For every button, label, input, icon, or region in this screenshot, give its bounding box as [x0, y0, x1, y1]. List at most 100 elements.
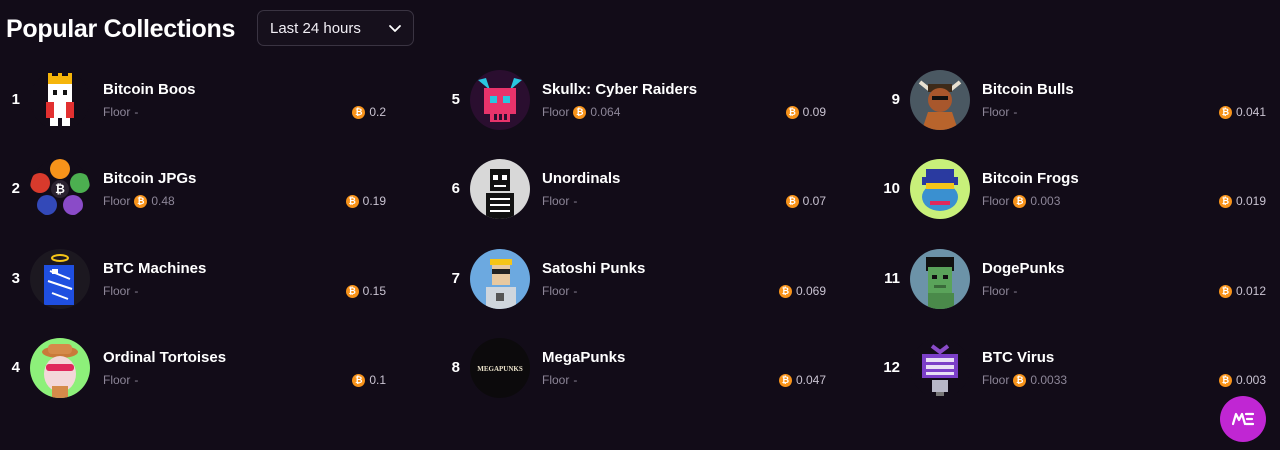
collection-floor: Floor -	[103, 373, 138, 387]
collection-floor: Floor -	[103, 105, 138, 119]
bitcoin-icon: ₿	[352, 105, 366, 119]
collection-thumbnail[interactable]	[910, 249, 970, 309]
collection-thumbnail[interactable]: ₿	[30, 159, 90, 219]
collection-floor: Floor -	[103, 284, 138, 298]
collection-name[interactable]: BTC Machines	[103, 260, 206, 277]
floor-value: 0.48	[151, 194, 175, 208]
collection-rank: 6	[451, 180, 460, 197]
floor-label: Floor	[542, 373, 570, 387]
collection-rank: 9	[891, 91, 900, 108]
collection-name[interactable]: Ordinal Tortoises	[103, 349, 226, 366]
collection-thumbnail[interactable]	[470, 159, 530, 219]
collection-name[interactable]: Skullx: Cyber Raiders	[542, 81, 697, 98]
collection-rank: 10	[883, 180, 900, 197]
collection-volume: ₿ 0.012	[1218, 284, 1266, 298]
floor-value: 0.0033	[1030, 373, 1068, 387]
collection-item[interactable]: 4 Ordinal Tortoises Floor - ₿ 0.1	[0, 338, 386, 398]
collection-item[interactable]: 9 Bitcoin Bulls Floor - ₿ 0.041	[880, 70, 1266, 130]
collection-volume: ₿ 0.047	[778, 373, 826, 387]
collection-rank: 3	[11, 270, 20, 287]
collection-item[interactable]: 3 BTC Machines Floor - ₿ 0.15	[0, 249, 386, 309]
floor-label: Floor	[542, 284, 570, 298]
collection-name[interactable]: Bitcoin Boos	[103, 81, 196, 98]
volume-value: 0.07	[802, 194, 826, 208]
collection-item[interactable]: 8 MEGAPUNKS MegaPunks Floor - ₿ 0.047	[440, 338, 826, 398]
svg-text:₿: ₿	[55, 182, 65, 196]
floor-label: Floor	[982, 284, 1010, 298]
collection-item[interactable]: 12 BTC Virus Floor ₿ 0.0033 ₿ 0.003	[880, 338, 1266, 398]
volume-value: 0.047	[795, 373, 826, 387]
floor-label: Floor	[982, 194, 1010, 208]
bitcoin-icon: ₿	[785, 105, 799, 119]
collection-item[interactable]: 11 DogePunks Floor - ₿ 0.012	[880, 249, 1266, 309]
magic-eden-button[interactable]	[1220, 396, 1266, 442]
collection-item[interactable]: 5 Skullx: Cyber Raiders Floor ₿ 0.064 ₿ 0…	[440, 70, 826, 130]
bitcoin-icon: ₿	[778, 284, 792, 298]
collection-thumbnail[interactable]	[910, 70, 970, 130]
floor-value: -	[134, 373, 139, 387]
collection-rank: 12	[883, 359, 900, 376]
bitcoin-icon: ₿	[1013, 194, 1027, 208]
collection-name[interactable]: Bitcoin Frogs	[982, 170, 1079, 187]
collection-floor: Floor -	[982, 105, 1017, 119]
floor-value: -	[573, 194, 578, 208]
collection-rank: 8	[451, 359, 460, 376]
collection-floor: Floor ₿ 0.48	[103, 194, 175, 208]
collection-thumbnail[interactable]	[470, 70, 530, 130]
collection-name[interactable]: Satoshi Punks	[542, 260, 645, 277]
collection-thumbnail[interactable]	[30, 338, 90, 398]
collection-floor: Floor ₿ 0.0033	[982, 373, 1067, 387]
floor-value: -	[134, 284, 139, 298]
collection-name[interactable]: BTC Virus	[982, 349, 1054, 366]
magic-eden-logo-icon	[1232, 412, 1254, 426]
bitcoin-icon: ₿	[1218, 105, 1232, 119]
collection-thumbnail[interactable]	[910, 159, 970, 219]
collection-rank: 2	[11, 180, 20, 197]
collection-thumbnail[interactable]	[30, 249, 90, 309]
floor-value: -	[134, 105, 139, 119]
collection-thumbnail[interactable]	[910, 338, 970, 398]
collection-rank: 4	[11, 359, 20, 376]
collection-rank: 7	[451, 270, 460, 287]
floor-value: 0.003	[1030, 194, 1061, 208]
volume-value: 0.069	[795, 284, 826, 298]
volume-value: 0.019	[1235, 194, 1266, 208]
collection-thumbnail[interactable]: MEGAPUNKS	[470, 338, 530, 398]
collection-floor: Floor -	[542, 194, 577, 208]
frog-avatar	[910, 159, 970, 219]
collection-rank: 11	[884, 270, 900, 287]
collection-item[interactable]: 7 Satoshi Punks Floor - ₿ 0.069	[440, 249, 826, 309]
floor-value: -	[1013, 284, 1018, 298]
collection-volume: ₿ 0.1	[352, 373, 386, 387]
collection-item[interactable]: 10 Bitcoin Frogs Floor ₿ 0.003 ₿ 0.019	[880, 159, 1266, 219]
collection-name[interactable]: MegaPunks	[542, 349, 625, 366]
punk-avatar	[470, 249, 530, 309]
bitcoin-icon: ₿	[134, 194, 148, 208]
collection-name[interactable]: Bitcoin Bulls	[982, 81, 1074, 98]
floor-value: 0.064	[590, 105, 621, 119]
collection-name[interactable]: Unordinals	[542, 170, 620, 187]
collection-item[interactable]: 6 Unordinals Floor - ₿ 0.07	[440, 159, 826, 219]
collection-item[interactable]: 2 ₿ Bitcoin JPGs Floor ₿ 0.48 ₿ 0.19	[0, 159, 386, 219]
volume-value: 0.041	[1235, 105, 1266, 119]
floor-label: Floor	[103, 284, 131, 298]
colored-dots-avatar: ₿	[30, 159, 90, 219]
collection-volume: ₿ 0.2	[352, 105, 386, 119]
collection-thumbnail[interactable]	[470, 249, 530, 309]
megapunks-logo-text: MEGAPUNKS	[477, 365, 523, 373]
floor-label: Floor	[103, 105, 131, 119]
collection-rank: 1	[11, 91, 20, 108]
virus-avatar	[910, 338, 970, 398]
collection-name[interactable]: Bitcoin JPGs	[103, 170, 196, 187]
bitcoin-icon: ₿	[785, 194, 799, 208]
volume-value: 0.003	[1235, 373, 1266, 387]
collection-name[interactable]: DogePunks	[982, 260, 1065, 277]
cyber-skull-avatar	[470, 70, 530, 130]
collection-thumbnail[interactable]	[30, 70, 90, 130]
pixel-king-avatar	[30, 70, 90, 130]
volume-value: 0.1	[369, 373, 386, 387]
collection-volume: ₿ 0.15	[345, 284, 386, 298]
collection-item[interactable]: 1 Bitcoin Boos Floor - ₿ 0.2	[0, 70, 386, 130]
collection-volume: ₿ 0.019	[1218, 194, 1266, 208]
collection-rank: 5	[451, 91, 460, 108]
